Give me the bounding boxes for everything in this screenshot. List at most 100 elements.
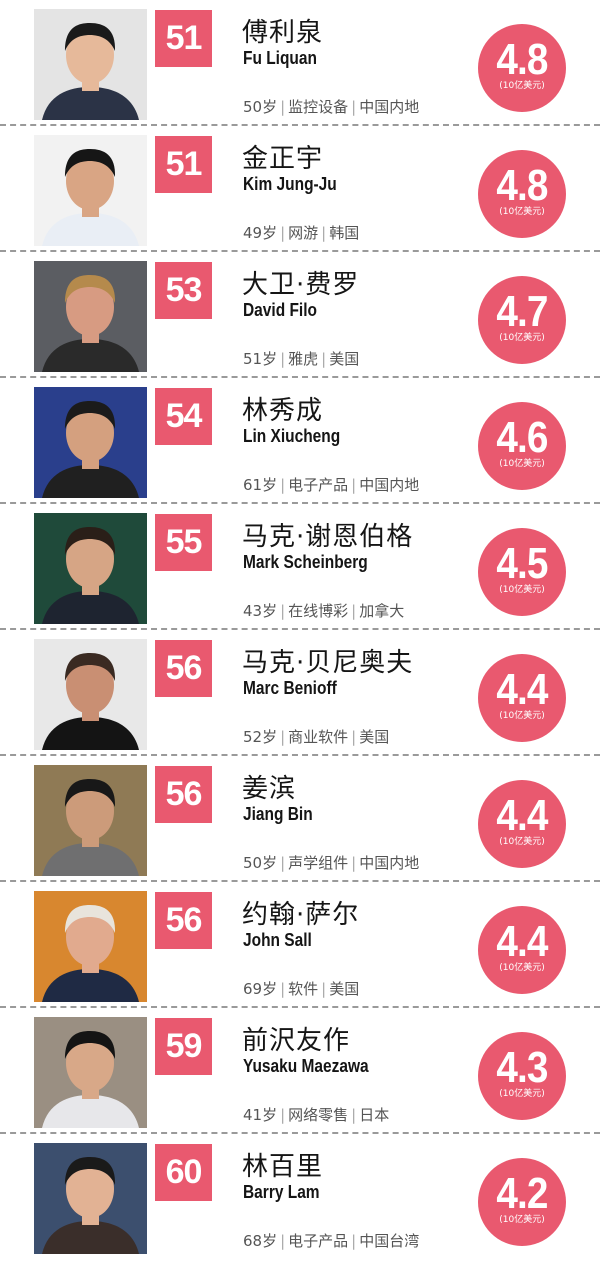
name-english: Marc Benioff: [243, 678, 337, 698]
separator: |: [351, 728, 357, 746]
name-english: Jiang Bin: [243, 804, 313, 824]
net-worth-badge: 4.4 (10亿美元): [478, 654, 566, 742]
net-worth-value: 4.7: [496, 287, 548, 336]
net-worth-value: 4.6: [496, 413, 548, 462]
person-details: 43岁 | 在线博彩 | 加拿大: [243, 600, 404, 621]
name-chinese: 前沢友作: [242, 1026, 351, 1056]
industry-text: 电子产品: [288, 1232, 349, 1250]
rank-badge: 59: [155, 1018, 212, 1075]
age-text: 49岁: [243, 224, 278, 242]
region-text: 日本: [359, 1106, 390, 1124]
name-chinese: 傅利泉: [242, 18, 324, 48]
net-worth-badge: 4.8 (10亿美元): [478, 24, 566, 112]
person-details: 50岁 | 监控设备 | 中国内地: [243, 96, 419, 117]
industry-text: 在线博彩: [288, 602, 349, 620]
list-item: 53 大卫·费罗 David Filo 51岁 | 雅虎 | 美国 4.7 (10亿美元): [0, 252, 600, 378]
portrait-photo: [34, 891, 147, 1002]
separator: |: [351, 1232, 357, 1250]
name-english: Kim Jung-Ju: [243, 174, 337, 194]
age-text: 51岁: [243, 350, 278, 368]
person-details: 41岁 | 网络零售 | 日本: [243, 1104, 389, 1125]
separator: |: [280, 350, 286, 368]
region-text: 韩国: [329, 224, 360, 242]
person-details: 61岁 | 电子产品 | 中国内地: [243, 474, 419, 495]
separator: |: [351, 476, 357, 494]
portrait-photo: [34, 9, 147, 120]
net-worth-value: 4.4: [496, 665, 548, 714]
separator: |: [280, 224, 286, 242]
name-english: Fu Liquan: [243, 48, 317, 68]
name-chinese: 马克·谢恩伯格: [242, 522, 414, 552]
name-chinese: 约翰·萨尔: [242, 900, 360, 930]
name-chinese: 大卫·费罗: [242, 270, 360, 300]
rank-badge: 51: [155, 136, 212, 193]
rank-badge: 51: [155, 10, 212, 67]
industry-text: 雅虎: [288, 350, 319, 368]
net-worth-value: 4.8: [496, 35, 548, 84]
net-worth-value: 4.4: [496, 917, 548, 966]
separator: |: [280, 980, 286, 998]
name-chinese: 林秀成: [242, 396, 324, 426]
list-item: 59 前沢友作 Yusaku Maezawa 41岁 | 网络零售 | 日本 4.3 (10亿美元…: [0, 1008, 600, 1134]
rank-badge: 55: [155, 514, 212, 571]
age-text: 52岁: [243, 728, 278, 746]
portrait-photo: [34, 513, 147, 624]
net-worth-badge: 4.3 (10亿美元): [478, 1032, 566, 1120]
name-chinese: 林百里: [242, 1152, 324, 1182]
separator: |: [321, 350, 327, 368]
net-worth-badge: 4.6 (10亿美元): [478, 402, 566, 490]
separator: |: [280, 1232, 286, 1250]
age-text: 69岁: [243, 980, 278, 998]
net-worth-badge: 4.8 (10亿美元): [478, 150, 566, 238]
net-worth-badge: 4.4 (10亿美元): [478, 780, 566, 868]
net-worth-badge: 4.4 (10亿美元): [478, 906, 566, 994]
name-english: Mark Scheinberg: [243, 552, 368, 572]
rich-list: 51 傅利泉 Fu Liquan 50岁 | 监控设备 | 中国内地 4.8 (10亿美元) 51 金…: [0, 0, 600, 1261]
person-details: 69岁 | 软件 | 美国: [243, 978, 359, 999]
region-text: 加拿大: [359, 602, 405, 620]
name-english: Barry Lam: [243, 1182, 320, 1202]
net-worth-badge: 4.2 (10亿美元): [478, 1158, 566, 1246]
region-text: 中国台湾: [359, 1232, 420, 1250]
separator: |: [280, 602, 286, 620]
region-text: 中国内地: [359, 854, 420, 872]
portrait-photo: [34, 1143, 147, 1254]
portrait-photo: [34, 387, 147, 498]
person-details: 52岁 | 商业软件 | 美国: [243, 726, 389, 747]
industry-text: 软件: [288, 980, 319, 998]
rank-badge: 56: [155, 892, 212, 949]
industry-text: 声学组件: [288, 854, 349, 872]
list-item: 60 林百里 Barry Lam 68岁 | 电子产品 | 中国台湾 4.2 (10亿美元): [0, 1134, 600, 1260]
net-worth-value: 4.4: [496, 791, 548, 840]
net-worth-value: 4.8: [496, 161, 548, 210]
age-text: 68岁: [243, 1232, 278, 1250]
industry-text: 电子产品: [288, 476, 349, 494]
separator: |: [351, 1106, 357, 1124]
person-details: 68岁 | 电子产品 | 中国台湾: [243, 1230, 419, 1251]
name-chinese: 姜滨: [242, 774, 297, 804]
rank-badge: 56: [155, 640, 212, 697]
age-text: 50岁: [243, 854, 278, 872]
net-worth-value: 4.3: [496, 1043, 548, 1092]
list-item: 56 马克·贝尼奥夫 Marc Benioff 52岁 | 商业软件 | 美国 4.4 (10亿美…: [0, 630, 600, 756]
industry-text: 监控设备: [288, 98, 349, 116]
name-english: David Filo: [243, 300, 317, 320]
name-english: Lin Xiucheng: [243, 426, 341, 446]
list-item: 51 傅利泉 Fu Liquan 50岁 | 监控设备 | 中国内地 4.8 (10亿美元): [0, 0, 600, 126]
name-chinese: 金正宇: [242, 144, 324, 174]
separator: |: [351, 854, 357, 872]
portrait-photo: [34, 1017, 147, 1128]
name-english: John Sall: [243, 930, 312, 950]
age-text: 61岁: [243, 476, 278, 494]
list-item: 56 约翰·萨尔 John Sall 69岁 | 软件 | 美国 4.4 (10亿美元): [0, 882, 600, 1008]
rank-badge: 54: [155, 388, 212, 445]
region-text: 中国内地: [359, 98, 420, 116]
industry-text: 商业软件: [288, 728, 349, 746]
portrait-photo: [34, 639, 147, 750]
list-item: 56 姜滨 Jiang Bin 50岁 | 声学组件 | 中国内地 4.4 (10亿美元): [0, 756, 600, 882]
separator: |: [280, 98, 286, 116]
portrait-photo: [34, 135, 147, 246]
rank-badge: 53: [155, 262, 212, 319]
net-worth-badge: 4.7 (10亿美元): [478, 276, 566, 364]
separator: |: [280, 1106, 286, 1124]
